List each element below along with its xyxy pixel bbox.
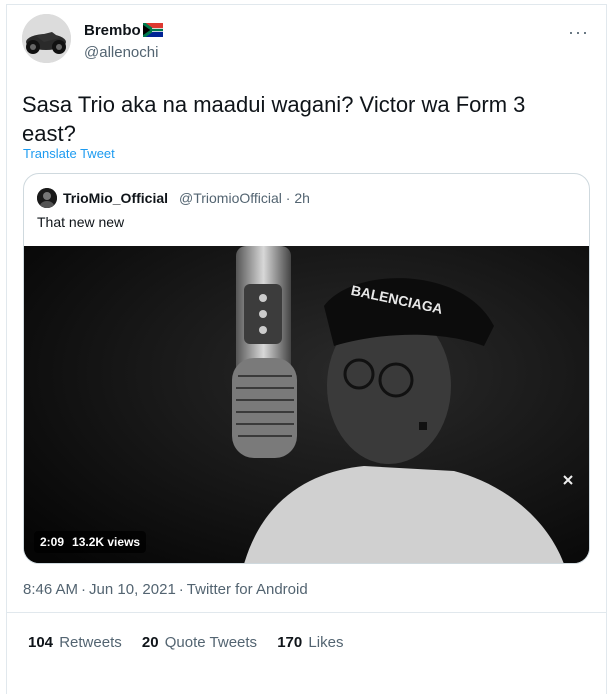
retweets-stat[interactable]: 104 Retweets	[28, 634, 122, 651]
quote-author-meta: @TriomioOfficial · 2h	[179, 190, 310, 206]
quote-text: That new new	[37, 214, 125, 230]
video-frame: BALENCIAGA	[24, 246, 589, 563]
author-name[interactable]: Brembo	[84, 22, 163, 39]
tweet-text: Sasa Trio aka na maadui wagani? Victor w…	[22, 92, 526, 146]
tweet-time[interactable]: 8:46 AM	[23, 581, 78, 598]
tweet-stats: 104 Retweets 20 Quote Tweets 170 Likes	[28, 634, 359, 651]
video-player[interactable]: BALENCIAGA 2:09 13.2K views	[24, 246, 589, 563]
tweet-date[interactable]: Jun 10, 2021	[89, 581, 176, 598]
quote-author-name: TrioMio_Official	[63, 190, 169, 206]
author-handle[interactable]: @allenochi	[84, 44, 158, 61]
south-africa-flag-icon	[142, 23, 163, 37]
author-avatar[interactable]	[22, 14, 71, 63]
tweet-meta: 8:46 AM · Jun 10, 2021 · Twitter for Android	[23, 581, 308, 598]
quote-tweets-stat[interactable]: 20 Quote Tweets	[142, 634, 257, 651]
divider	[6, 612, 607, 613]
quoted-tweet[interactable]: TrioMio_Official @TriomioOfficial · 2h T…	[23, 173, 590, 564]
more-icon[interactable]: ···	[568, 22, 589, 43]
video-duration-views-badge: 2:09 13.2K views	[34, 531, 147, 553]
translate-tweet-link[interactable]: Translate Tweet	[23, 146, 115, 161]
video-duration: 2:09	[40, 535, 65, 549]
quote-author-avatar	[37, 188, 57, 208]
video-views: 13.2K views	[72, 535, 141, 549]
tweet-source[interactable]: Twitter for Android	[187, 581, 308, 598]
likes-stat[interactable]: 170 Likes	[277, 634, 343, 651]
